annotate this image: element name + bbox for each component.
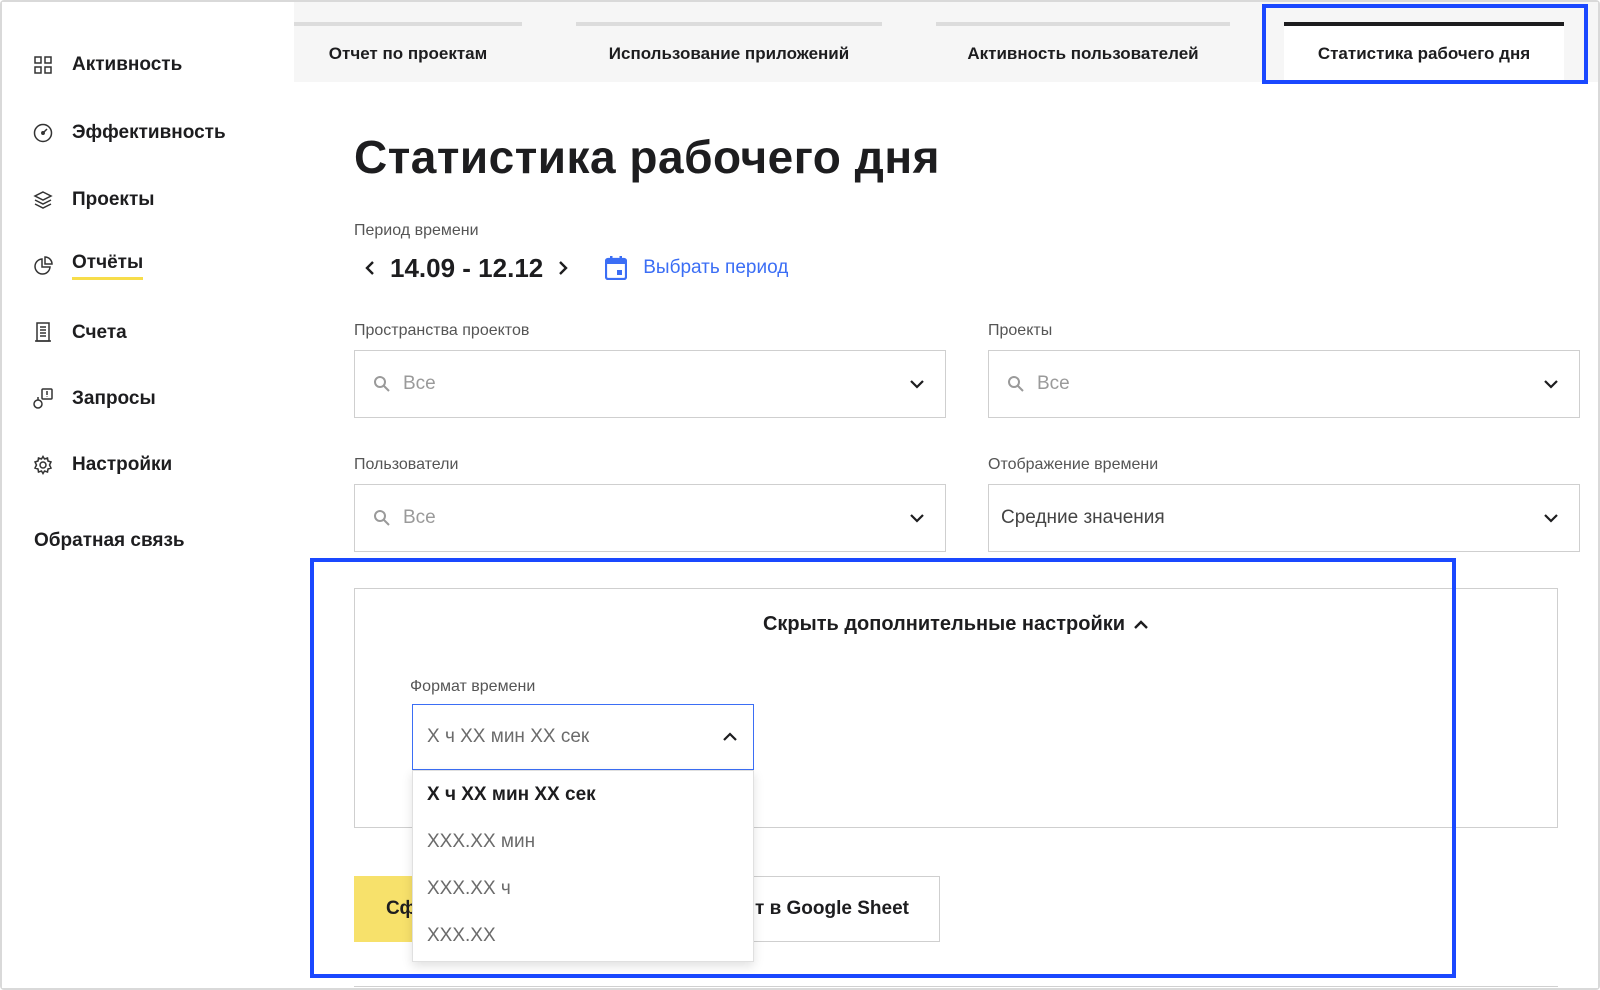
- users-select[interactable]: Все: [354, 484, 946, 552]
- time-format-dropdown: Х ч ХХ мин ХХ сек ХХХ.ХХ мин ХХХ.ХХ ч ХХ…: [412, 770, 754, 962]
- sidebar-item-settings[interactable]: Настройки: [32, 450, 172, 480]
- pie-chart-icon: [32, 255, 54, 277]
- sidebar-item-label: Настройки: [72, 454, 173, 475]
- period-label: Период времени: [354, 222, 479, 239]
- grid-icon: [32, 54, 54, 76]
- chevron-up-icon: [723, 732, 737, 741]
- request-icon: [32, 388, 54, 410]
- sidebar-item-label: Проекты: [72, 189, 155, 210]
- sidebar-item-requests[interactable]: Запросы: [32, 384, 156, 414]
- gear-icon: [32, 454, 54, 476]
- receipt-icon: [32, 322, 54, 344]
- sidebar-item-label: Активность: [72, 54, 183, 75]
- users-value: Все: [403, 507, 436, 528]
- time-display-select[interactable]: Средние значения: [988, 484, 1580, 552]
- calendar-icon: [605, 256, 628, 280]
- spaces-select[interactable]: Все: [354, 350, 946, 418]
- users-label: Пользователи: [354, 456, 459, 473]
- pick-period-link[interactable]: Выбрать период: [605, 256, 788, 280]
- time-format-option[interactable]: ХХХ.ХХ ч: [413, 865, 753, 912]
- time-format-option[interactable]: Х ч ХХ мин ХХ сек: [413, 771, 753, 818]
- period-selector: 14.09 - 12.12 Выбрать период: [354, 250, 788, 286]
- chevron-down-icon: [1544, 514, 1558, 523]
- projects-select[interactable]: Все: [988, 350, 1580, 418]
- pick-period-label: Выбрать период: [643, 257, 789, 278]
- tab-app-usage[interactable]: Использование приложений: [576, 22, 882, 82]
- sidebar-item-efficiency[interactable]: Эффективность: [32, 118, 226, 148]
- main-content: Отчет по проектам Использование приложен…: [294, 2, 1598, 988]
- sidebar-item-label: Счета: [72, 322, 127, 343]
- sidebar-item-label: Запросы: [72, 388, 156, 409]
- tab-user-activity[interactable]: Активность пользователей: [936, 22, 1230, 82]
- sidebar-item-label: Отчёты: [72, 252, 144, 280]
- time-format-option[interactable]: ХХХ.ХХ: [413, 912, 753, 959]
- previous-period-button[interactable]: [354, 252, 386, 284]
- time-display-value: Средние значения: [1001, 507, 1165, 528]
- advanced-toggle-label: Скрыть дополнительные настройки: [762, 613, 1126, 635]
- next-period-button[interactable]: [547, 252, 579, 284]
- time-format-label: Формат времени: [410, 678, 536, 695]
- tab-project-report[interactable]: Отчет по проектам: [294, 22, 522, 82]
- search-icon: [374, 376, 390, 392]
- spaces-value: Все: [403, 373, 436, 394]
- export-google-sheet-button[interactable]: т в Google Sheet: [734, 876, 940, 942]
- page-title: Статистика рабочего дня: [354, 131, 941, 183]
- time-format-value: Х ч ХХ мин ХХ сек: [427, 726, 590, 747]
- tab-workday-stats[interactable]: Статистика рабочего дня: [1284, 22, 1564, 82]
- sidebar-item-label: Эффективность: [72, 122, 226, 143]
- search-icon: [1008, 376, 1024, 392]
- sidebar-item-invoices[interactable]: Счета: [32, 318, 127, 348]
- chevron-down-icon: [910, 514, 924, 523]
- search-icon: [374, 510, 390, 526]
- divider: [354, 986, 1558, 987]
- sidebar-item-activity[interactable]: Активность: [32, 50, 182, 80]
- chevron-left-icon: [365, 261, 374, 275]
- gauge-icon: [32, 122, 54, 144]
- chevron-down-icon: [1544, 380, 1558, 389]
- chevron-down-icon: [910, 380, 924, 389]
- time-format-select[interactable]: Х ч ХХ мин ХХ сек: [412, 704, 754, 770]
- spaces-label: Пространства проектов: [354, 322, 530, 339]
- sidebar-item-feedback[interactable]: Обратная связь: [34, 530, 185, 552]
- sidebar-item-projects[interactable]: Проекты: [32, 185, 154, 215]
- time-display-label: Отображение времени: [988, 456, 1159, 473]
- projects-value: Все: [1037, 373, 1070, 394]
- hide-advanced-settings-toggle[interactable]: Скрыть дополнительные настройки: [355, 613, 1557, 636]
- sidebar-item-reports[interactable]: Отчёты: [32, 251, 144, 281]
- chevron-up-icon: [1134, 619, 1148, 629]
- period-value: 14.09 - 12.12: [390, 252, 544, 283]
- sidebar: Активность Эффективность Проекты Отчёты …: [2, 2, 292, 988]
- tabs-bar: Отчет по проектам Использование приложен…: [294, 2, 1598, 82]
- layers-icon: [32, 189, 54, 211]
- time-format-option[interactable]: ХХХ.ХХ мин: [413, 818, 753, 865]
- projects-label: Проекты: [988, 322, 1053, 339]
- chevron-right-icon: [559, 261, 568, 275]
